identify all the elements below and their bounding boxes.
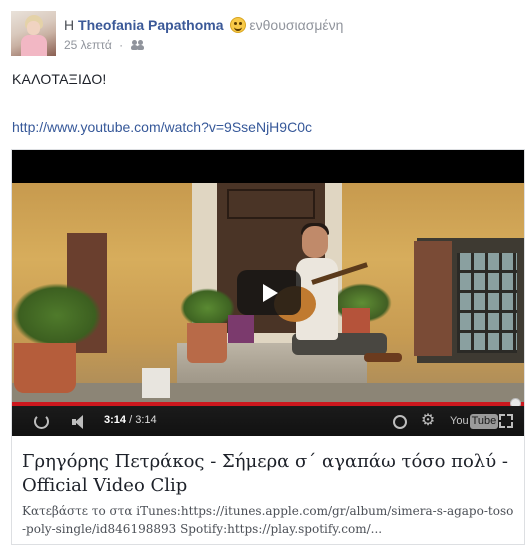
meta-separator: · xyxy=(119,38,124,52)
fullscreen-icon[interactable] xyxy=(499,414,513,428)
video-time: 3:14 / 3:14 xyxy=(104,414,157,426)
author-prefix: Η xyxy=(64,17,75,33)
post-text: ΚΑΛΟΤΑΞΙΔΟ! xyxy=(12,71,107,87)
post-header: Η Theofania Papathoma ενθουσιασμένη xyxy=(64,16,343,34)
video-player[interactable]: 3:14 / 3:14 ⚙ You Tube xyxy=(12,150,524,436)
time-separator: / xyxy=(126,414,136,426)
time-current: 3:14 xyxy=(104,414,127,426)
gear-icon[interactable]: ⚙ xyxy=(420,413,436,429)
watch-later-icon[interactable] xyxy=(393,415,407,429)
friends-icon[interactable] xyxy=(130,40,145,50)
youtube-logo[interactable]: You Tube xyxy=(450,414,499,429)
author-name-link[interactable]: Theofania Papathoma xyxy=(78,17,223,33)
feed-post: Η Theofania Papathoma ενθουσιασμένη 25 λ… xyxy=(0,0,530,548)
attachment-title[interactable]: Γρηγόρης Πετράκος - Σήμερα σ΄ αγαπάω τόσ… xyxy=(22,450,516,498)
play-button[interactable] xyxy=(237,270,301,315)
volume-icon[interactable] xyxy=(72,415,88,429)
youtube-logo-tube: Tube xyxy=(469,414,499,429)
replay-icon[interactable] xyxy=(34,414,49,429)
post-meta: 25 λεπτά · xyxy=(64,38,145,52)
link-attachment[interactable]: 3:14 / 3:14 ⚙ You Tube Γρηγόρης Πετράκος … xyxy=(11,149,525,545)
post-timestamp[interactable]: 25 λεπτά xyxy=(64,38,112,52)
play-icon xyxy=(263,284,278,302)
youtube-logo-you: You xyxy=(450,415,469,427)
attachment-description: Κατεβάστε το στα iTunes:https://itunes.a… xyxy=(22,504,514,536)
happy-emoji-icon xyxy=(230,17,247,33)
profile-avatar[interactable] xyxy=(11,11,56,56)
avatar-face xyxy=(27,21,40,35)
feeling-text: ενθουσιασμένη xyxy=(249,17,344,33)
avatar-dress xyxy=(21,35,47,56)
video-controls: 3:14 / 3:14 ⚙ You Tube xyxy=(12,406,524,436)
time-total: 3:14 xyxy=(135,414,157,426)
post-url-link[interactable]: http://www.youtube.com/watch?v=9SseNjH9C… xyxy=(12,119,312,135)
